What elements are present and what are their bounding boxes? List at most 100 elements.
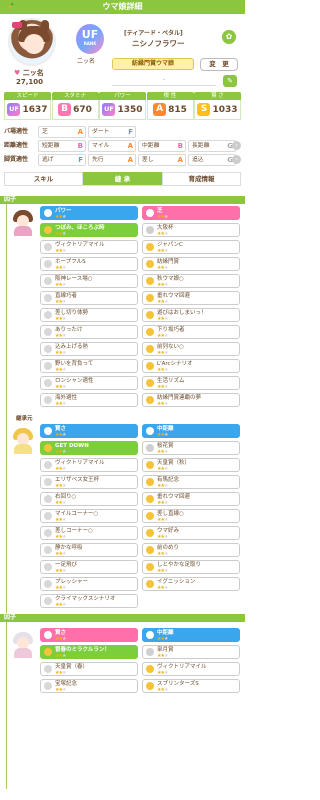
factor-item[interactable]: 前列ない○ ★★★ [142,342,240,356]
factor-item[interactable]: 紡縁門賞 ★★★ [142,257,240,271]
factor-item[interactable]: L'Arcシナリオ ★★★ [142,359,240,373]
factor-item[interactable]: 垂れウマ回避 ★★★ [142,492,240,506]
factor-item[interactable]: 野いを背負って ★★★ [40,359,138,373]
factor-stars: ★★★ [157,384,169,390]
factor-item[interactable]: 皐月賞 ★★★ [142,645,240,659]
factor-item[interactable]: 紡縁門賞連覇の夢 ★★★ [142,393,240,407]
aptitude-grade: A [127,142,133,150]
factor-item[interactable]: 宝塚記念 ★★★ [40,679,138,693]
aptitude-cell: マイル A [88,140,136,152]
factor-main[interactable]: 芝 ★★★ [142,206,240,220]
tab-training-info[interactable]: 育成情報 [162,172,241,185]
factor-main[interactable]: パワー ★★★ [40,206,138,220]
factor-main[interactable]: 中距離 ★★★ [142,424,240,438]
dress-change-icon[interactable]: ✿ [222,30,236,44]
aptitude-grade: A [77,128,83,136]
factor-item[interactable]: 差し直線○ ★★★ [142,509,240,523]
factor-item[interactable]: 天皇賞（春） ★★★ [40,662,138,676]
factor-item[interactable]: 秋ウマ娘○ ★★★ [142,274,240,288]
stat-2: パワー UF 1350 [99,92,146,120]
factor-name: 冒春のミラクルラン！ [55,647,110,653]
info-icon[interactable]: › [232,141,241,150]
factor-name: 一足飛び [55,562,78,568]
tab-inheritance[interactable]: 継 承 [83,172,162,185]
factor-item[interactable]: ロンシャン適性 ★★★ [40,376,138,390]
aptitude-label: 長距離 [192,143,210,149]
factor-item[interactable]: 下り坂巧者 ★★★ [142,325,240,339]
factor-main[interactable]: 中距離 ★★★ [142,628,240,642]
factor-item[interactable]: ヴィクトリアマイル ★★★ [40,458,138,472]
factor-item[interactable]: 垂れウマ回避 ★★★ [142,291,240,305]
factor-item[interactable]: ホープフルS ★★★ [40,257,138,271]
factor-item[interactable]: 込み上げる熱 ★★★ [40,342,138,356]
factor-item[interactable]: つぼみ、ほころぶ時 ★★★ [40,223,138,237]
factor-item[interactable]: 生活リズム ★★★ [142,376,240,390]
factor-item[interactable]: マイルコーナー○ ★★★ [40,509,138,523]
factor-item[interactable]: 天皇賞（秋） ★★★ [142,458,240,472]
factor-stars: ★★★ [157,534,169,540]
factor-main[interactable]: 賢さ ★★★ [40,628,138,642]
factor-name: 賢さ [55,630,67,636]
factor-item[interactable]: 大阪杯 ★★★ [142,223,240,237]
aptitude-grade: A [127,156,133,164]
factor-name: 垂れウマ回避 [157,494,191,500]
factor-item[interactable]: エリザベス女王杯 ★★★ [40,475,138,489]
aptitude-row: バ場適性芝 A ダート F [4,126,241,139]
factor-item[interactable]: 直線巧者 ★★★ [40,291,138,305]
factor-item[interactable]: 遊びはおしまいっ！ ★★★ [142,308,240,322]
factor-item[interactable]: ヴィクトリアマイル ★★★ [40,240,138,254]
factor-item[interactable]: 有馬記念 ★★★ [142,475,240,489]
aptitude-cell: 追込 G [188,154,236,166]
factor-stars: ★★★ [157,517,169,523]
factor-stars: ★★★ [157,350,169,356]
factor-item[interactable]: 右回り○ ★★★ [40,492,138,506]
title-bar: ウマ娘詳細 [0,0,245,14]
factor-item[interactable]: ウマ好み ★★★ [142,526,240,540]
factor-name: 直線巧者 [55,293,78,299]
edit-pencil-icon[interactable]: ✎ [223,75,237,87]
change-button[interactable]: 変 更 [200,58,238,71]
factor-item[interactable]: 桜花賞 ★★★ [142,441,240,455]
character-avatar[interactable] [8,18,56,66]
factor-item[interactable]: 阪神レース場○ ★★★ [40,274,138,288]
factor-stars: ★★★ [55,282,67,288]
factor-item[interactable]: しとやかな足取り ★★★ [142,560,240,574]
parent-avatar[interactable] [10,426,36,456]
factor-stars: ★★★ [55,449,67,455]
factor-icon [146,427,154,435]
factor-stars: ★★★ [55,551,67,557]
factor-item[interactable]: 静かな呼吸 ★★★ [40,543,138,557]
factor-item[interactable]: ヴィクトリアマイル ★★★ [142,662,240,676]
factor-item[interactable]: 差し切り体勢 ★★★ [40,308,138,322]
section-label: 継承元 [16,416,33,422]
factor-icon [44,631,52,639]
factor-item[interactable]: 冒春のミラクルラン！ ★★★ [40,645,138,659]
factor-item[interactable]: 一足飛び ★★★ [40,560,138,574]
parent-avatar[interactable] [10,208,36,238]
parent-avatar[interactable] [10,630,36,660]
factor-name: ヴィクトリアマイル [55,242,105,248]
factor-item[interactable]: イグニッション ★★★ [142,577,240,591]
factor-main[interactable]: 賢さ ★★★ [40,424,138,438]
rank-sub-label: 二ッ名 [77,58,96,65]
factor-icon [44,328,52,336]
factor-item[interactable]: ジャパンC ★★★ [142,240,240,254]
factor-item[interactable]: プレッシャー ★★★ [40,577,138,591]
factor-stars: ★★★ [55,265,67,271]
info-icon[interactable]: › [232,155,241,164]
aptitude-grade: A [177,156,183,164]
factor-item[interactable]: 海外適性 ★★★ [40,393,138,407]
factor-item[interactable]: ありったけ ★★★ [40,325,138,339]
aptitude-cell: 長距離 G [188,140,236,152]
factor-item[interactable]: クライマックスシナリオ ★★★ [40,594,138,608]
factor-item[interactable]: 差しコーナー○ ★★★ [40,526,138,540]
tab-skills[interactable]: スキル [4,172,83,185]
factor-name: ありったけ [55,327,83,333]
factor-icon [146,529,154,537]
factor-item[interactable]: スプリンターズS ★★★ [142,679,240,693]
factor-item[interactable]: 前のめり ★★★ [142,543,240,557]
factor-name: ウマ好み [157,528,180,534]
memo-field: - [112,76,216,86]
factor-item[interactable]: GET DOWN ★★★ [40,441,138,455]
factor-name: 右回り○ [55,494,77,500]
